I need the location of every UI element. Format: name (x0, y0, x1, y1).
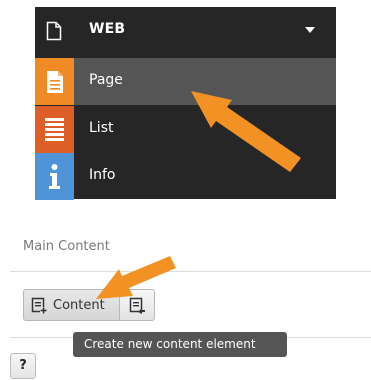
section-title: Main Content (23, 239, 110, 254)
module-item-label: Info (89, 167, 116, 183)
tooltip: Create new content element (73, 332, 287, 357)
divider (10, 271, 371, 272)
new-content-label: Content (53, 297, 105, 313)
info-module-icon (35, 153, 74, 200)
content-button-group: Content (23, 289, 155, 321)
paste-content-button[interactable] (119, 289, 155, 321)
caret-down-icon[interactable] (303, 23, 317, 37)
module-group-title: WEB (89, 21, 126, 37)
module-menu: WEB Page List Info (35, 7, 336, 200)
module-item-page[interactable]: Page (35, 58, 336, 105)
module-item-label: Page (89, 72, 123, 88)
paste-content-icon (129, 297, 145, 314)
list-module-icon (35, 106, 74, 153)
module-item-list[interactable]: List (35, 106, 336, 153)
document-icon (46, 21, 62, 41)
add-content-icon (31, 297, 47, 314)
page-module-icon (35, 58, 74, 105)
help-button[interactable]: ? (10, 353, 36, 379)
module-item-info[interactable]: Info (35, 153, 336, 200)
module-item-label: List (89, 120, 114, 136)
new-content-button[interactable]: Content (23, 289, 120, 321)
module-group-web[interactable]: WEB (35, 7, 336, 54)
